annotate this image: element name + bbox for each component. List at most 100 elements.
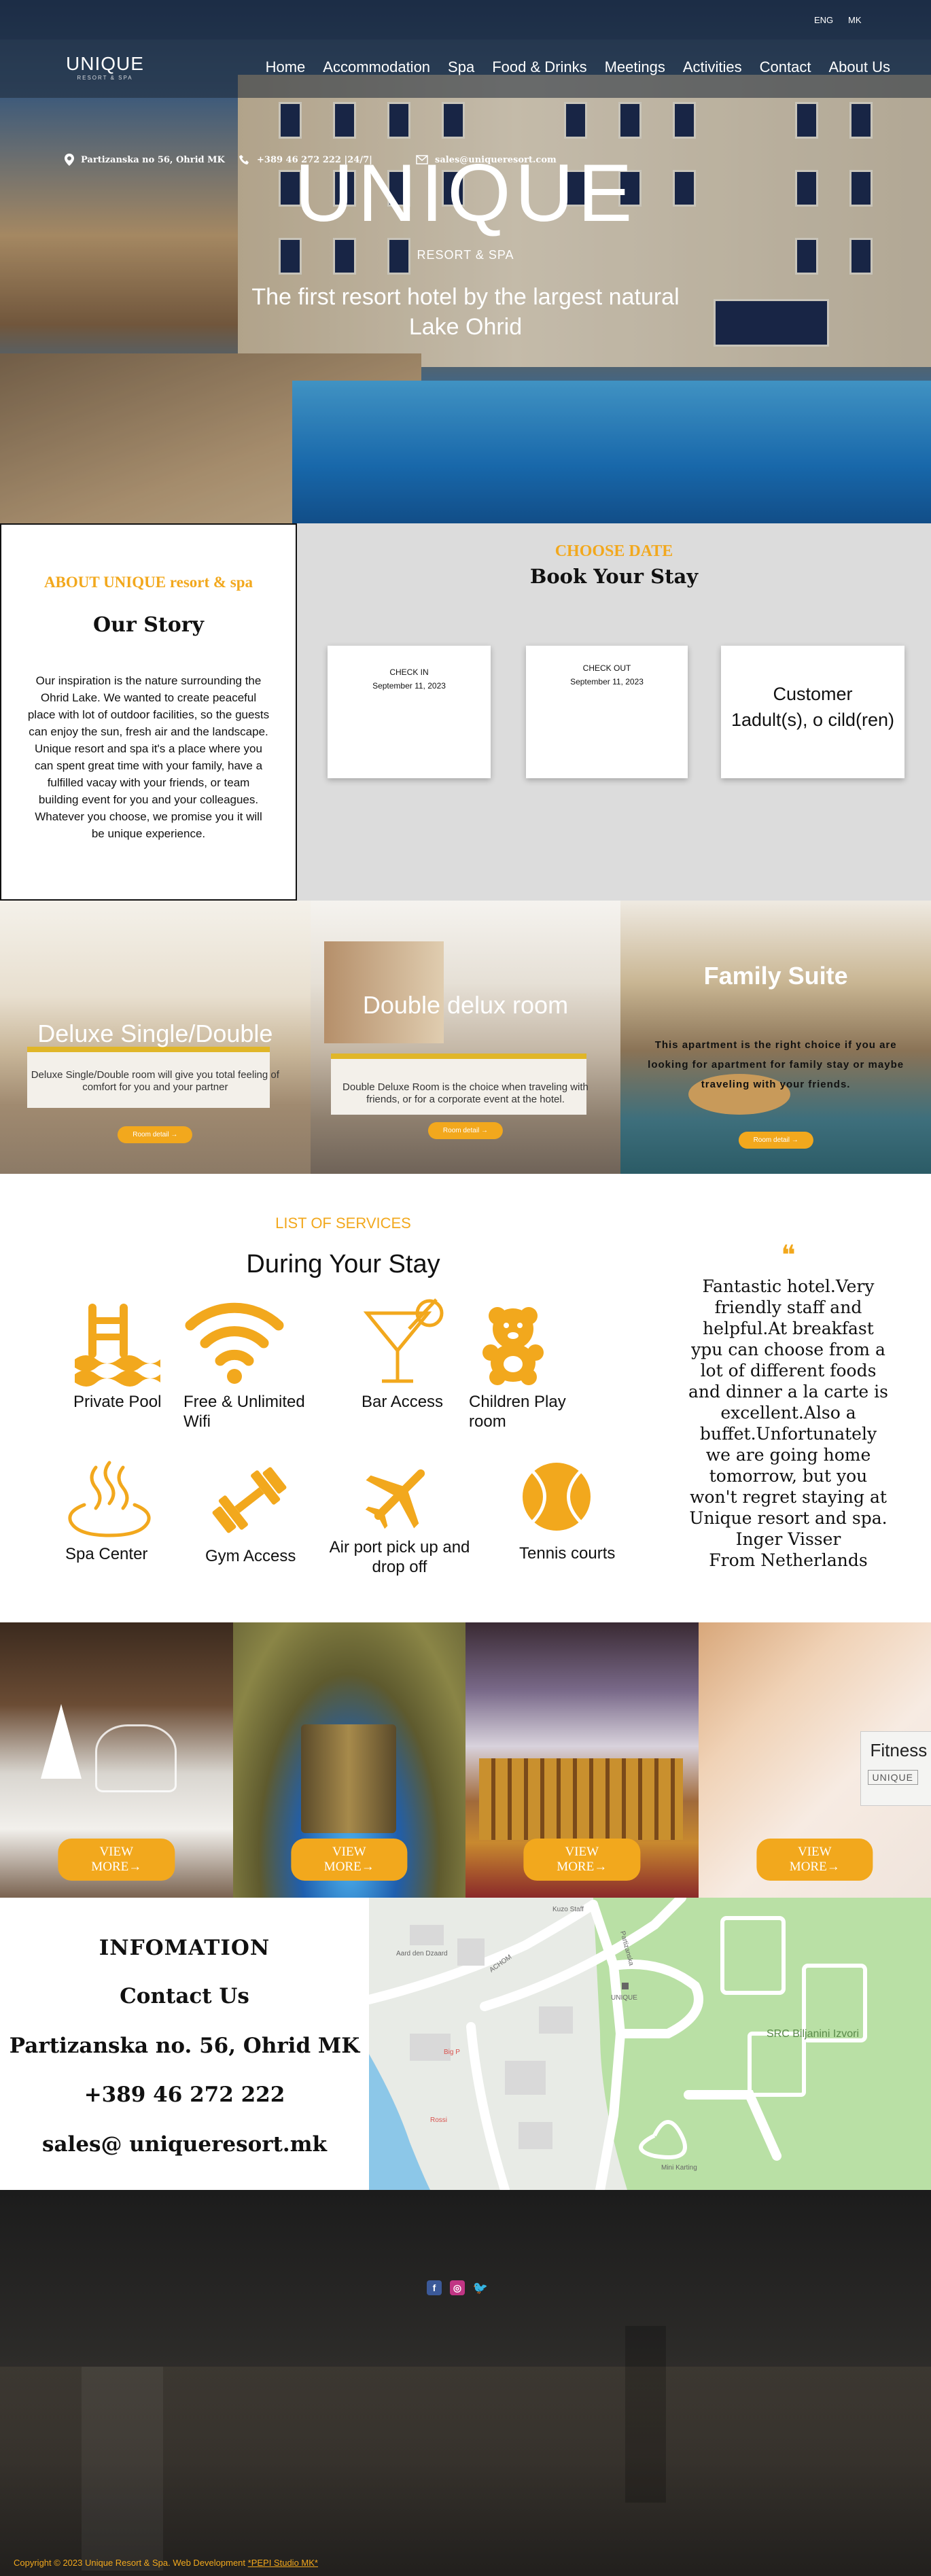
gallery-spa[interactable]: VIEW MORE→ [232,1622,466,1898]
service-children-play: Children Play room [469,1298,598,1431]
nav-food-drinks[interactable]: Food & Drinks [492,58,586,76]
nav-about-us[interactable]: About Us [829,58,891,76]
service-label: Free & Unlimited Wifi [183,1393,305,1431]
nav-meetings[interactable]: Meetings [605,58,665,76]
hero-tagline: The first resort hotel by the largest na… [251,284,680,340]
view-more-button[interactable]: VIEW MORE→ [291,1839,408,1881]
view-more-button[interactable]: VIEW MORE→ [523,1839,640,1881]
view-more-button[interactable]: VIEW MORE→ [58,1839,175,1881]
service-wifi: Free & Unlimited Wifi [183,1298,313,1431]
info-heading: INFOMATION [99,1936,270,1960]
gallery-conference[interactable]: VIEW MORE→ [466,1622,699,1898]
nav-spa[interactable]: Spa [448,58,474,76]
service-airport-transfer: Air port pick up and drop off [318,1457,481,1577]
tennis-ball-icon [523,1463,591,1531]
nav-home[interactable]: Home [266,58,306,76]
pool-ladder-icon [75,1304,160,1387]
location-map[interactable]: Aard den Dzaard ACHOM Kuzo Staff Partiza… [369,1898,931,2190]
checkin-label: CHECK IN [389,667,429,677]
dumbbell-icon [212,1467,287,1533]
customer-card[interactable]: Customer 1adult(s), o cild(ren) [721,646,904,778]
story-kicker: ABOUT UNIQUE resort & spa [43,574,253,591]
gallery-restaurant[interactable]: VIEW MORE→ [0,1622,233,1898]
unique-sign: UNIQUE [867,1770,918,1785]
booking-kicker: CHOOSE DATE [555,542,673,560]
story-booking-section: ABOUT UNIQUE resort & spa Our Story Our … [0,523,931,901]
room-description: This apartment is the right choice if yo… [648,1039,904,1090]
room-card-family-suite[interactable]: Family Suite This apartment is the right… [620,901,931,1174]
nav-activities[interactable]: Activities [683,58,742,76]
airplane-icon [365,1469,425,1529]
view-more-button[interactable]: VIEW MORE→ [756,1839,873,1881]
review-text: Fantastic hotel.Very friendly staff and … [688,1276,889,1528]
room-title: Deluxe Single/Double [37,1020,273,1047]
room-card-deluxe[interactable]: Deluxe Single/Double Deluxe Single/Doubl… [0,901,311,1174]
contact-phone[interactable]: +389 46 272 222 [0,2083,369,2107]
site-logo[interactable]: UNIQUE RESORT & SPA [66,53,144,81]
contact-info: INFOMATION Contact Us Partizanska no. 56… [0,1898,369,2190]
hot-spring-icon [68,1461,151,1537]
room-title: Family Suite [703,962,848,990]
hotel-map-marker-icon [622,1983,629,1989]
checkout-label: CHECK OUT [582,663,631,673]
services-section: LIST OF SERVICES During Your Stay Privat… [0,1174,931,1622]
checkin-date: September 11, 2023 [372,681,446,691]
review-author: Inger Visser [735,1529,841,1549]
services-title: During Your Stay [246,1250,440,1278]
service-tennis: Tennis courts [519,1459,648,1563]
nav-contact[interactable]: Contact [760,58,811,76]
room-detail-button[interactable]: Room detail → [427,1122,504,1139]
map-label: Aard den Dzaard [396,1950,448,1957]
copyright: Copyright © 2023 Unique Resort & Spa. We… [14,2558,318,2568]
booking-header: CHOOSE DATE Book Your Stay [297,542,931,588]
map-label: Kuzo Staff [552,1906,584,1913]
booking-title: Book Your Stay [529,565,699,588]
contact-email[interactable]: sales@ uniqueresort.mk [0,2132,369,2157]
checkin-card[interactable]: CHECK IN September 11, 2023 [328,646,491,778]
hero-subtitle: RESORT & SPA [417,248,514,262]
hero-logo: UNIQUE [294,147,637,239]
wifi-icon [185,1302,284,1384]
rooms-section: Deluxe Single/Double Deluxe Single/Doubl… [0,901,931,1174]
service-spa: Spa Center [65,1457,194,1564]
checkout-card[interactable]: CHECK OUT September 11, 2023 [526,646,688,778]
service-gym: Gym Access [205,1459,334,1566]
cocktail-icon [363,1298,444,1383]
service-label: Children Play room [469,1393,566,1431]
lang-en-link[interactable]: ENG [814,15,833,25]
map-label: Rossi [430,2117,447,2124]
contact-section: INFOMATION Contact Us Partizanska no. 56… [0,1898,931,2190]
services-kicker: LIST OF SERVICES [275,1215,411,1232]
studio-link[interactable]: *PEPI Studio MK* [248,2558,318,2568]
top-contact-bar: Partizanska no 56, Ohrid MK +389 46 272 … [0,0,931,166]
customer-label: Customer [773,684,853,704]
map-label: SRC Biljanini Izvori [767,2028,859,2040]
lang-mk-link[interactable]: MK [848,15,862,25]
gallery-fitness[interactable]: Fitness UNIQUE VIEW MORE→ [698,1622,931,1898]
service-label: Spa Center [65,1545,148,1563]
instagram-icon[interactable]: ◎ [450,2280,465,2295]
hero-section: Partizanska no 56, Ohrid MK +389 46 272 … [0,0,931,523]
contact-address: Partizanska no. 56, Ohrid MK [9,2034,360,2058]
room-card-double-delux[interactable]: Double delux room Double Deluxe Room is … [310,901,621,1174]
map-label: Mini Karting [661,2164,697,2172]
map-label: Big P [444,2049,460,2056]
facebook-icon[interactable]: f [427,2280,442,2295]
map-canvas[interactable]: Aard den Dzaard ACHOM Kuzo Staff Partiza… [369,1898,931,2190]
teddy-bear-icon [482,1307,544,1385]
social-links: f ◎ 🐦 [427,2280,488,2295]
service-label: Tennis courts [519,1544,616,1563]
contact-title: Contact Us [120,1984,249,2008]
twitter-icon[interactable]: 🐦 [473,2280,488,2295]
quote-icon: ❝ [781,1240,796,1271]
main-navbar: UNIQUE RESORT & SPA Home Accommodation S… [0,39,931,98]
nav-accommodation[interactable]: Accommodation [323,58,430,76]
room-detail-button[interactable]: Room detail → [738,1132,813,1149]
service-label: Air port pick up and drop off [329,1538,470,1576]
story-title: Our Story [93,613,204,637]
gallery-section: VIEW MORE→ VIEW MORE→ VIEW MORE→ Fitness… [0,1622,931,1898]
review-origin: From Netherlands [709,1550,868,1570]
map-label: UNIQUE [611,1994,637,2002]
room-detail-button[interactable]: Room detail → [118,1126,193,1143]
footer: f ◎ 🐦 Copyright © 2023 Unique Resort & S… [0,2190,931,2576]
